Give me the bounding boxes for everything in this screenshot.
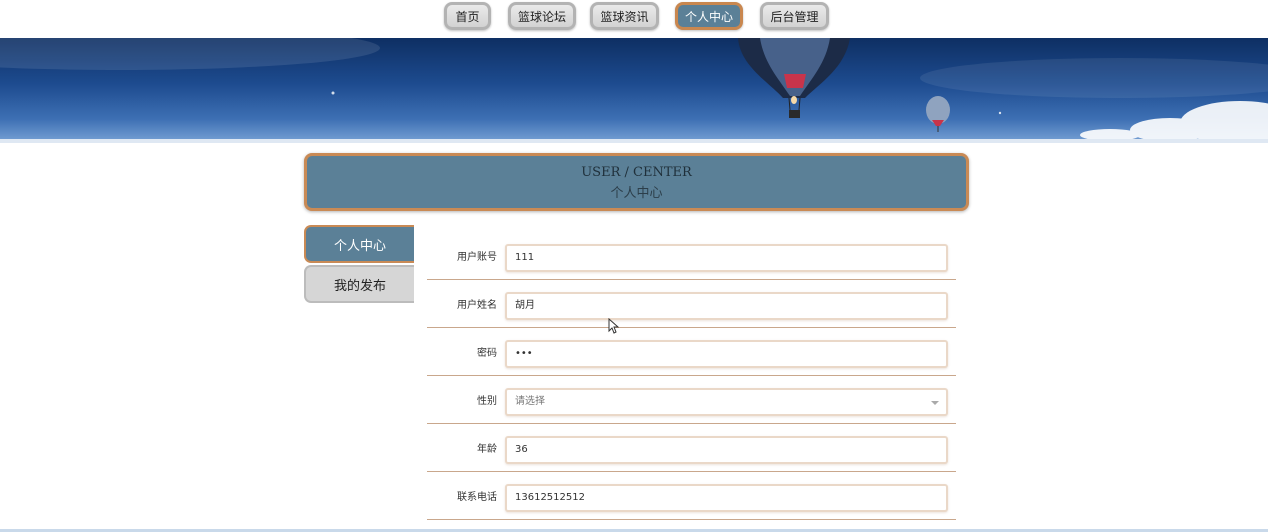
banner-divider bbox=[0, 139, 1268, 143]
banner-image bbox=[0, 38, 1268, 139]
nav-home-button[interactable]: 首页 bbox=[444, 2, 491, 30]
form-row-account: 用户账号 111 bbox=[427, 231, 956, 280]
nav-forum-button[interactable]: 篮球论坛 bbox=[508, 2, 576, 30]
nav-news-button[interactable]: 篮球资讯 bbox=[590, 2, 659, 30]
mouse-cursor-icon bbox=[608, 318, 620, 334]
form-row-gender: 性别 请选择 bbox=[427, 375, 956, 424]
hot-air-balloon-scene bbox=[0, 38, 1268, 139]
user-center-header: USER / CENTER 个人中心 bbox=[304, 153, 969, 211]
form-row-age: 年龄 36 bbox=[427, 423, 956, 472]
top-nav: 首页 篮球论坛 篮球资讯 个人中心 后台管理 bbox=[0, 0, 1268, 38]
name-input[interactable]: 胡月 bbox=[505, 292, 948, 320]
nav-user-center-button[interactable]: 个人中心 bbox=[675, 2, 743, 30]
side-menu-user-center[interactable]: 个人中心 bbox=[304, 225, 414, 263]
chevron-down-icon bbox=[931, 401, 939, 405]
password-input[interactable]: ••• bbox=[505, 340, 948, 368]
age-input[interactable]: 36 bbox=[505, 436, 948, 464]
phone-input[interactable]: 13612512512 bbox=[505, 484, 948, 512]
nav-admin-button[interactable]: 后台管理 bbox=[760, 2, 829, 30]
gender-select[interactable]: 请选择 bbox=[505, 388, 948, 416]
header-title-en: USER / CENTER bbox=[581, 165, 692, 180]
gender-select-placeholder: 请选择 bbox=[515, 396, 545, 407]
form-row-name: 用户姓名 胡月 bbox=[427, 279, 956, 328]
side-menu-my-posts[interactable]: 我的发布 bbox=[304, 265, 414, 303]
header-title-cn: 个人中心 bbox=[610, 186, 663, 201]
account-input[interactable]: 111 bbox=[505, 244, 948, 272]
form-row-password: 密码 ••• bbox=[427, 327, 956, 376]
phone-label: 联系电话 bbox=[457, 492, 497, 503]
form-row-phone: 联系电话 13612512512 bbox=[427, 471, 956, 520]
